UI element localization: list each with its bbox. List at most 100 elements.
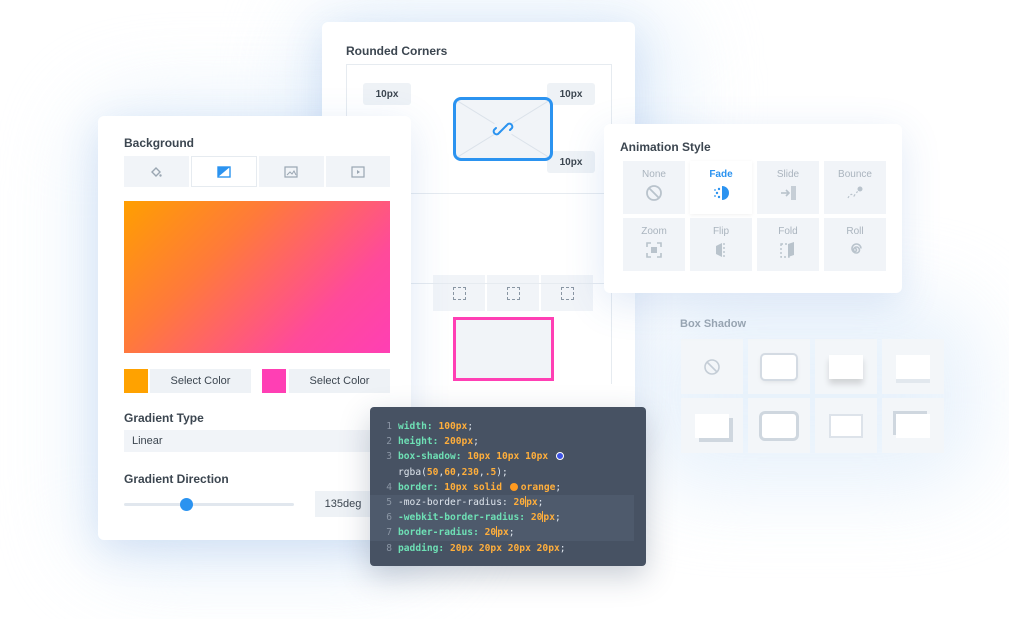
box-shadow-preset-4[interactable] xyxy=(681,398,743,453)
gradient-type-select[interactable]: Linear xyxy=(124,430,390,452)
tab-color[interactable] xyxy=(124,156,189,187)
css-value: px xyxy=(526,497,538,508)
css-value: 230 xyxy=(462,467,479,478)
code-punct: ; xyxy=(538,497,544,508)
css-value: 10px solid xyxy=(444,482,502,493)
background-card: Background Select Color Select Color Gra… xyxy=(98,116,411,540)
shadow-sample xyxy=(829,414,863,438)
css-value: orange xyxy=(521,482,556,493)
gradient-preview xyxy=(124,201,390,353)
css-property: -webkit-border-radius: xyxy=(398,512,525,523)
code-line: 5-moz-border-radius: 20px; xyxy=(370,495,634,510)
css-value: .5 xyxy=(485,467,497,478)
paint-bucket-icon xyxy=(150,166,162,178)
color-swatch-2[interactable] xyxy=(262,369,286,393)
gradient-direction-slider[interactable] xyxy=(124,503,294,506)
rounded-corners-title: Rounded Corners xyxy=(346,44,447,58)
css-property: border: xyxy=(398,482,438,493)
line-number: 5 xyxy=(370,495,398,510)
css-value: 20 xyxy=(485,527,497,538)
box-shadow-none[interactable] xyxy=(681,339,743,394)
color-swatch-icon[interactable] xyxy=(510,483,518,491)
bottom-right-radius-input[interactable]: 10px xyxy=(547,151,595,173)
gradient-direction-input[interactable]: 135deg xyxy=(315,491,371,517)
select-color-button-1[interactable]: Select Color xyxy=(150,369,251,393)
option-label: Bounce xyxy=(838,169,872,180)
css-property: box-shadow: xyxy=(398,451,462,462)
option-label: Flip xyxy=(713,226,729,237)
border-right-icon xyxy=(507,287,520,300)
code-line: 1width: 100px; xyxy=(370,419,646,434)
animation-option-slide[interactable]: Slide xyxy=(757,161,819,214)
option-label: Fade xyxy=(709,169,732,180)
select-color-button-2[interactable]: Select Color xyxy=(289,369,390,393)
box-shadow-preset-5[interactable] xyxy=(748,398,810,453)
line-number: 6 xyxy=(370,510,398,525)
box-shadow-preset-3[interactable] xyxy=(882,339,944,394)
animation-option-zoom[interactable]: Zoom xyxy=(623,218,685,271)
border-style-preview xyxy=(453,317,554,381)
box-shadow-preset-7[interactable] xyxy=(882,398,944,453)
css-property: padding: xyxy=(398,543,444,554)
slider-thumb[interactable] xyxy=(180,498,193,511)
tab-video[interactable] xyxy=(326,156,391,187)
css-property: width: xyxy=(398,421,433,432)
fade-icon xyxy=(712,184,730,202)
css-value: 60 xyxy=(444,467,456,478)
shadow-sample xyxy=(762,414,796,438)
animation-option-roll[interactable]: Roll xyxy=(824,218,886,271)
animation-option-flip[interactable]: Flip xyxy=(690,218,752,271)
option-label: None xyxy=(642,169,666,180)
code-line: 6-webkit-border-radius: 20px; xyxy=(370,510,634,525)
css-code-editor[interactable]: 1width: 100px; 2height: 200px; 3box-shad… xyxy=(370,407,646,566)
border-bottom-icon xyxy=(561,287,574,300)
box-shadow-grid xyxy=(681,339,944,453)
option-label: Slide xyxy=(777,169,799,180)
code-line: 2height: 200px; xyxy=(370,434,646,449)
animation-option-bounce[interactable]: Bounce xyxy=(824,161,886,214)
background-title: Background xyxy=(124,136,194,150)
option-label: Fold xyxy=(778,226,797,237)
animation-option-fade[interactable]: Fade xyxy=(690,161,752,214)
code-punct: ; xyxy=(555,512,561,523)
css-value: 20 xyxy=(514,497,526,508)
line-number: 4 xyxy=(370,480,398,495)
fold-icon xyxy=(779,241,797,259)
border-bottom-button[interactable] xyxy=(541,275,593,311)
border-right-button[interactable] xyxy=(487,275,539,311)
tab-image[interactable] xyxy=(259,156,324,187)
code-line: 8padding: 20px 20px 20px 20px; xyxy=(370,541,646,556)
shadow-sample xyxy=(695,414,729,438)
slide-icon xyxy=(779,184,797,202)
animation-style-title: Animation Style xyxy=(620,140,711,154)
image-icon xyxy=(284,166,298,178)
line-number: 8 xyxy=(370,541,398,556)
css-property: -moz-border-radius: xyxy=(398,497,508,508)
line-number: 7 xyxy=(370,525,398,540)
preview-diagonals xyxy=(456,100,550,158)
border-top-button[interactable] xyxy=(433,275,485,311)
box-shadow-preset-1[interactable] xyxy=(748,339,810,394)
gradient-type-label: Gradient Type xyxy=(124,411,204,425)
animation-option-fold[interactable]: Fold xyxy=(757,218,819,271)
bounce-icon xyxy=(846,184,864,202)
color-swatch-icon[interactable] xyxy=(556,452,564,460)
animation-options-grid: None Fade Slide Bounce Zoom Flip xyxy=(623,161,885,271)
rounded-corner-preview xyxy=(453,97,553,161)
video-icon xyxy=(351,166,365,178)
css-value: 10px 10px 10px xyxy=(467,451,548,462)
color-swatch-1[interactable] xyxy=(124,369,148,393)
box-shadow-preset-2[interactable] xyxy=(815,339,877,394)
css-value: 50 xyxy=(427,467,439,478)
stage: Rounded Corners 10px 10px 10px xyxy=(0,0,1009,619)
top-right-radius-input[interactable]: 10px xyxy=(547,83,595,105)
box-shadow-preset-6[interactable] xyxy=(815,398,877,453)
code-line: 7border-radius: 20px; xyxy=(370,525,634,540)
css-value: px xyxy=(497,527,509,538)
gradient-icon xyxy=(217,166,231,178)
top-left-radius-input[interactable]: 10px xyxy=(363,83,411,105)
animation-option-none[interactable]: None xyxy=(623,161,685,214)
tab-gradient[interactable] xyxy=(191,156,258,187)
code-line: 3box-shadow: 10px 10px 10px xyxy=(370,449,646,464)
box-shadow-title: Box Shadow xyxy=(680,318,746,330)
